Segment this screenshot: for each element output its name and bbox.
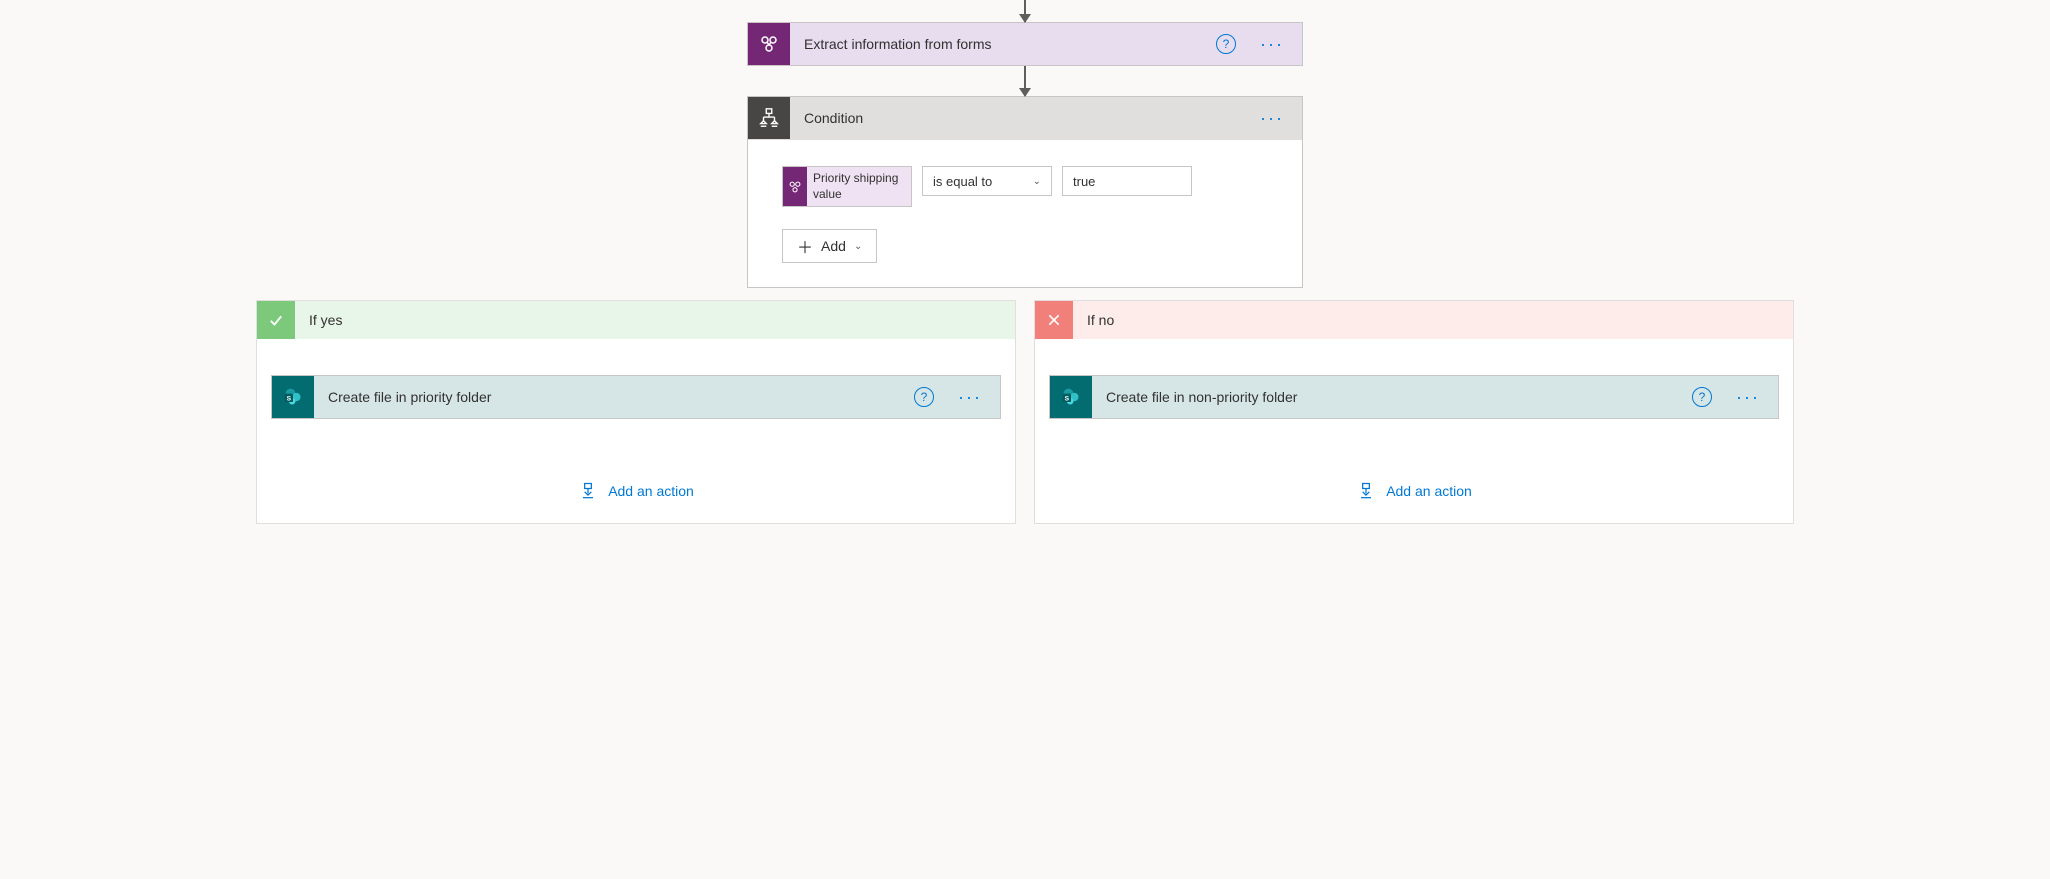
condition-card: Condition ··· Priority shipping value	[747, 96, 1303, 288]
extract-step-card[interactable]: Extract information from forms ? ···	[747, 22, 1303, 66]
token-label: Priority shipping value	[807, 167, 911, 206]
extract-step-title: Extract information from forms	[790, 36, 1216, 52]
svg-text:S: S	[287, 396, 292, 403]
arrow-into-condition	[1024, 66, 1026, 96]
condition-left-operand[interactable]: Priority shipping value	[782, 166, 912, 207]
add-action-link-no[interactable]: Add an action	[1356, 481, 1472, 501]
branch-yes-label: If yes	[295, 312, 342, 328]
check-icon	[257, 301, 295, 339]
branch-yes: If yes S	[256, 300, 1016, 524]
operator-value: is equal to	[933, 174, 992, 189]
add-action-icon	[1356, 481, 1376, 501]
condition-row: Priority shipping value is equal to ⌄ tr…	[782, 166, 1268, 207]
help-button[interactable]: ?	[1216, 34, 1236, 54]
help-button[interactable]: ?	[914, 387, 934, 407]
more-menu-button[interactable]: ···	[948, 388, 992, 406]
arrow-into-extract	[1024, 0, 1026, 22]
no-action-title: Create file in non-priority folder	[1092, 389, 1692, 405]
add-action-label: Add an action	[608, 483, 694, 499]
condition-icon	[748, 97, 790, 139]
yes-action-card[interactable]: S Create file in priority folder ? ···	[271, 375, 1001, 419]
branch-no-label: If no	[1073, 312, 1114, 328]
add-action-link-yes[interactable]: Add an action	[578, 481, 694, 501]
plus-icon: ＋	[797, 234, 813, 258]
condition-branches: If yes S	[256, 300, 1794, 524]
more-menu-button[interactable]: ···	[1726, 388, 1770, 406]
no-action-header[interactable]: S Create file in non-priority folder ? ·…	[1050, 376, 1778, 418]
add-label: Add	[821, 238, 846, 254]
svg-text:S: S	[1065, 396, 1070, 403]
branch-no: If no S	[1034, 300, 1794, 524]
extract-step-header[interactable]: Extract information from forms ? ···	[748, 23, 1302, 65]
branch-no-header: If no	[1035, 301, 1793, 339]
add-condition-button[interactable]: ＋ Add ⌄	[782, 229, 877, 263]
more-menu-button[interactable]: ···	[1250, 35, 1294, 53]
no-action-card[interactable]: S Create file in non-priority folder ? ·…	[1049, 375, 1779, 419]
condition-value-text: true	[1073, 174, 1095, 189]
branch-yes-header: If yes	[257, 301, 1015, 339]
sharepoint-icon: S	[272, 376, 314, 418]
condition-body: Priority shipping value is equal to ⌄ tr…	[748, 139, 1302, 287]
x-icon	[1035, 301, 1073, 339]
ai-builder-icon	[748, 23, 790, 65]
sharepoint-icon: S	[1050, 376, 1092, 418]
ai-builder-token-icon	[783, 167, 807, 206]
condition-header[interactable]: Condition ···	[748, 97, 1302, 139]
yes-action-header[interactable]: S Create file in priority folder ? ···	[272, 376, 1000, 418]
chevron-down-icon: ⌄	[854, 241, 862, 252]
help-button[interactable]: ?	[1692, 387, 1712, 407]
chevron-down-icon: ⌄	[1033, 176, 1041, 187]
add-action-label: Add an action	[1386, 483, 1472, 499]
yes-action-title: Create file in priority folder	[314, 389, 914, 405]
more-menu-button[interactable]: ···	[1250, 109, 1294, 127]
condition-value-input[interactable]: true	[1062, 166, 1192, 196]
condition-title: Condition	[790, 110, 1250, 126]
condition-operator-select[interactable]: is equal to ⌄	[922, 166, 1052, 196]
add-action-icon	[578, 481, 598, 501]
